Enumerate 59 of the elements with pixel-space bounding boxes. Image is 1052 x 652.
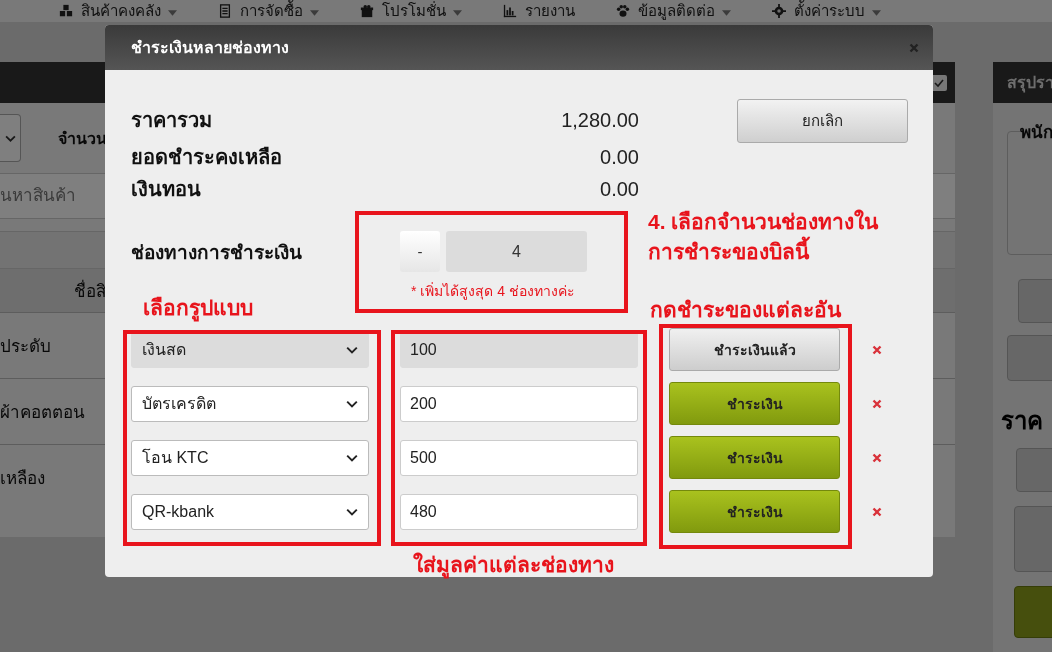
gift-icon bbox=[359, 4, 375, 18]
pay-button[interactable]: ชำระเงิน bbox=[669, 382, 840, 425]
annotation-text: การชำระของบิลนี้ bbox=[648, 237, 879, 267]
chevron-down-icon bbox=[346, 345, 358, 354]
chevron-down-icon bbox=[346, 507, 358, 516]
close-icon[interactable] bbox=[909, 42, 919, 53]
nav-menu-item[interactable]: รายงาน bbox=[502, 1, 575, 21]
payment-method-select[interactable]: บัตรเครดิต bbox=[131, 385, 369, 422]
annotation-text: 4. เลือกจำนวนช่องทางใน bbox=[648, 208, 879, 235]
payment-method-select[interactable]: QR-kbank bbox=[131, 493, 369, 530]
settings-icon bbox=[771, 4, 787, 18]
nav-menu-item[interactable]: ตั้งค่าระบบ bbox=[771, 1, 881, 21]
summary-label: เงินทอน bbox=[131, 177, 201, 202]
annotation-text: ใส่มูลค่าแต่ละช่องทาง bbox=[413, 548, 614, 581]
channels-label: ช่องทางการชำระเงิน bbox=[131, 240, 303, 265]
chevron-down-icon bbox=[4, 134, 16, 142]
price-heading: ราค bbox=[1001, 406, 1044, 436]
nav-menu-item[interactable]: ข้อมูลติดต่อ bbox=[615, 1, 731, 21]
channel-count-field[interactable]: 4 bbox=[446, 231, 587, 272]
chevron-down-icon bbox=[346, 453, 358, 462]
check-icon bbox=[934, 77, 944, 88]
summary-label: ยอดชำระคงเหลือ bbox=[131, 145, 282, 170]
pay-button[interactable]: ชำระเงิน bbox=[669, 490, 840, 533]
pay-button[interactable]: ชำระเงิน bbox=[669, 436, 840, 479]
payment-method-select[interactable]: โอน KTC bbox=[131, 439, 369, 476]
document-icon bbox=[217, 4, 233, 18]
delete-icon[interactable] bbox=[872, 398, 882, 409]
annotation-text: กดชำระของแต่ละอัน bbox=[650, 297, 841, 323]
delete-icon[interactable] bbox=[872, 452, 882, 463]
limit-note: * เพิ่มได้สูงสุด 4 ช่องทางค่ะ bbox=[410, 281, 576, 302]
column-header: ชื่อสิ bbox=[74, 277, 106, 304]
cubes-icon bbox=[58, 4, 74, 18]
pay-button[interactable]: ชำระเงินแล้ว bbox=[669, 328, 840, 371]
delete-icon[interactable] bbox=[872, 344, 882, 355]
quantity-label: จำนวน bbox=[58, 128, 107, 149]
paw-icon bbox=[615, 4, 631, 18]
nav-menu-item[interactable]: สินค้าคงคลัง bbox=[58, 1, 177, 21]
summary-value: 0.00 bbox=[600, 177, 639, 201]
delete-icon[interactable] bbox=[872, 506, 882, 517]
annotation-text: เลือกรูปแบบ bbox=[143, 291, 253, 324]
decrement-button[interactable]: - bbox=[400, 231, 440, 272]
nav-menu-item[interactable]: การจัดซื้อ bbox=[217, 1, 319, 21]
summary-value: 1,280.00 bbox=[561, 108, 639, 132]
dropdown[interactable] bbox=[0, 114, 21, 162]
nav-menu-item[interactable]: โปรโมชั่น bbox=[359, 1, 462, 21]
amount-field[interactable]: 500 bbox=[400, 439, 638, 476]
table-cell-text: ประดับ bbox=[0, 336, 51, 358]
table-cell-text: ผ้าคอตตอน bbox=[0, 402, 85, 424]
cancel-button[interactable]: ยกเลิก bbox=[737, 99, 908, 143]
summary-value: 0.00 bbox=[600, 145, 639, 169]
table-cell-text: เหลือง bbox=[0, 468, 45, 490]
dialog-title: ชำระเงินหลายช่องทาง bbox=[131, 38, 289, 58]
summary-label: ราคารวม bbox=[131, 108, 212, 133]
amount-field[interactable]: 200 bbox=[400, 385, 638, 422]
chevron-down-icon bbox=[346, 399, 358, 408]
panel-title: สรุปรา bbox=[1007, 73, 1052, 95]
bar-chart-icon bbox=[502, 4, 518, 18]
fieldset-legend: พนัก bbox=[1020, 118, 1052, 145]
amount-field[interactable]: 480 bbox=[400, 493, 638, 530]
